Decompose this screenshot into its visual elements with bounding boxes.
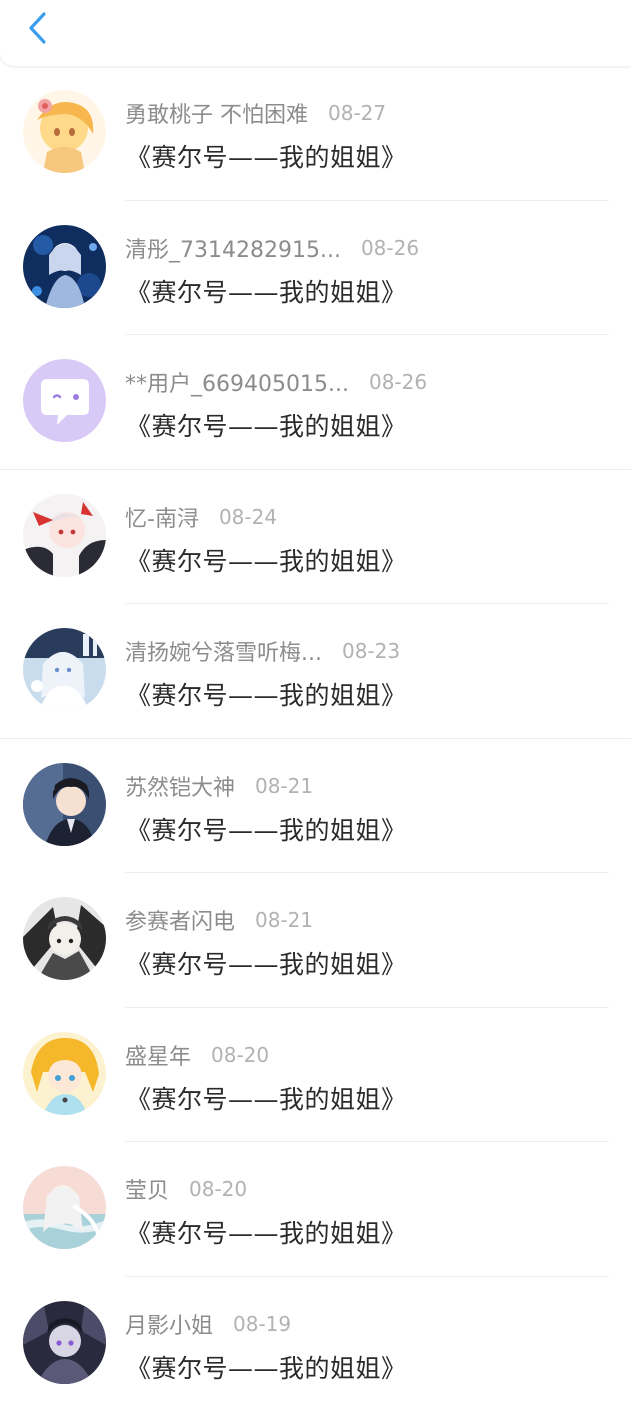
work-title[interactable]: 《赛尔号——我的姐姐》 [126,407,407,443]
comment-meta: 月影小姐 08-19 [125,1309,291,1339]
work-title[interactable]: 《赛尔号——我的姐姐》 [126,945,407,981]
work-title[interactable]: 《赛尔号——我的姐姐》 [126,542,407,578]
comment-meta: 盛星年 08-20 [125,1040,269,1070]
work-title[interactable]: 《赛尔号——我的姐姐》 [126,138,407,174]
username[interactable]: 莹贝 [125,1173,169,1205]
comment-meta: 清扬婉兮落雪听梅... 08-23 [125,636,400,666]
top-bar [0,0,631,66]
avatar[interactable] [23,1032,106,1115]
avatar[interactable] [23,763,106,846]
work-title[interactable]: 《赛尔号——我的姐姐》 [126,1080,407,1116]
comment-meta: **用户_669405015... 08-26 [125,367,427,397]
comment-date: 08-21 [255,774,313,798]
list-item[interactable]: 盛星年 08-20 《赛尔号——我的姐姐》 [0,1008,631,1143]
work-title[interactable]: 《赛尔号——我的姐姐》 [126,676,407,712]
work-title[interactable]: 《赛尔号——我的姐姐》 [126,811,407,847]
comment-date: 08-20 [189,1177,247,1201]
comment-meta: 清彤_7314282915... 08-26 [125,233,419,263]
comment-date: 08-26 [369,370,427,394]
username[interactable]: 忆-南浔 [125,501,199,533]
work-title[interactable]: 《赛尔号——我的姐姐》 [126,1214,407,1250]
comment-meta: 苏然铠大神 08-21 [125,771,313,801]
comment-meta: 参赛者闪电 08-21 [125,905,313,935]
back-button[interactable] [18,6,58,50]
avatar[interactable] [23,359,106,442]
comment-date: 08-21 [255,908,313,932]
list-item[interactable]: 参赛者闪电 08-21 《赛尔号——我的姐姐》 [0,873,631,1008]
list-item[interactable]: 莹贝 08-20 《赛尔号——我的姐姐》 [0,1142,631,1277]
comment-meta: 忆-南浔 08-24 [125,502,277,532]
avatar[interactable] [23,494,106,577]
username[interactable]: 清彤_7314282915... [125,232,341,264]
avatar[interactable] [23,628,106,711]
username[interactable]: 月影小姐 [125,1308,213,1340]
avatar[interactable] [23,1166,106,1249]
chevron-left-icon [27,10,49,46]
username[interactable]: 勇敢桃子 不怕困难 [125,97,308,129]
comment-list: 勇敢桃子 不怕困难 08-27 《赛尔号——我的姐姐》 清彤_731428291… [0,66,631,1411]
comment-date: 08-26 [361,236,419,260]
username[interactable]: **用户_669405015... [125,366,349,398]
avatar[interactable] [23,1301,106,1384]
list-item[interactable]: **用户_669405015... 08-26 《赛尔号——我的姐姐》 [0,335,631,470]
comment-date: 08-20 [211,1043,269,1067]
avatar[interactable] [23,90,106,173]
list-item[interactable]: 苏然铠大神 08-21 《赛尔号——我的姐姐》 [0,739,631,874]
comment-meta: 勇敢桃子 不怕困难 08-27 [125,98,386,128]
list-item[interactable]: 勇敢桃子 不怕困难 08-27 《赛尔号——我的姐姐》 [0,66,631,201]
list-item[interactable]: 清扬婉兮落雪听梅... 08-23 《赛尔号——我的姐姐》 [0,604,631,739]
avatar[interactable] [23,897,106,980]
list-item[interactable]: 月影小姐 08-19 《赛尔号——我的姐姐》 [0,1277,631,1411]
username[interactable]: 清扬婉兮落雪听梅... [125,635,322,667]
work-title[interactable]: 《赛尔号——我的姐姐》 [126,273,407,309]
work-title[interactable]: 《赛尔号——我的姐姐》 [126,1349,407,1385]
list-item[interactable]: 清彤_7314282915... 08-26 《赛尔号——我的姐姐》 [0,201,631,336]
comment-date: 08-27 [328,101,386,125]
username[interactable]: 盛星年 [125,1039,191,1071]
list-item[interactable]: 忆-南浔 08-24 《赛尔号——我的姐姐》 [0,470,631,605]
username[interactable]: 苏然铠大神 [125,770,235,802]
comment-meta: 莹贝 08-20 [125,1174,247,1204]
username[interactable]: 参赛者闪电 [125,904,235,936]
comment-date: 08-23 [342,639,400,663]
comment-date: 08-19 [233,1312,291,1336]
comment-date: 08-24 [219,505,277,529]
avatar[interactable] [23,225,106,308]
